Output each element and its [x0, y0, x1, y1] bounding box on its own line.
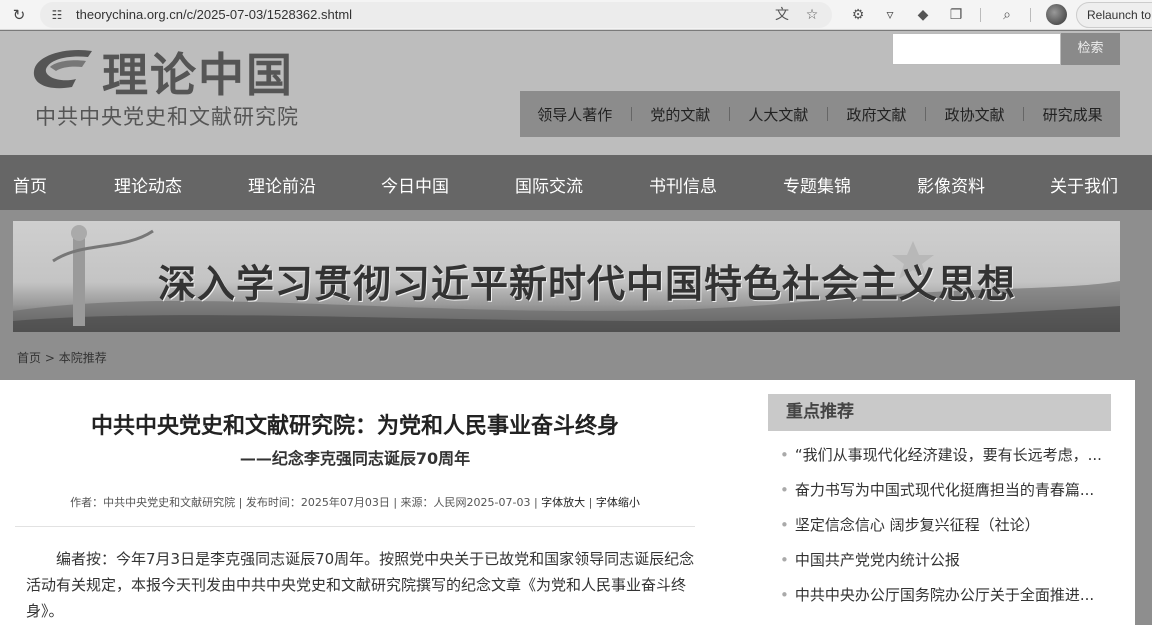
font-larger-link[interactable]: 字体放大	[541, 496, 585, 509]
quick-link-divider	[630, 107, 632, 121]
breadcrumb-home[interactable]: 首页	[17, 351, 41, 365]
quick-link-npc-docs[interactable]: 人大文献	[748, 104, 808, 125]
nav-item-home[interactable]: 首页	[13, 172, 47, 197]
breadcrumb-current[interactable]: 本院推荐	[59, 351, 107, 365]
meta-author: 作者：中共中央党史和文献研究院	[70, 496, 236, 509]
url-text[interactable]: theorychina.org.cn/c/2025-07-03/1528362.…	[76, 6, 352, 24]
search-button[interactable]: 检索	[1061, 33, 1120, 65]
site-header: 理论中国 中共中央党史和文献研究院 检索 领导人著作 党的文献 人大文献 政府文…	[0, 31, 1152, 155]
relaunch-button[interactable]: Relaunch to u	[1076, 2, 1152, 28]
quick-link-divider	[728, 107, 730, 121]
editor-note: 编者按：今年7月3日是李克强同志诞辰70周年。按照党中央关于已故党和国家领导同志…	[26, 550, 695, 620]
bullet-icon: •	[780, 551, 789, 569]
quick-link-cppcc-docs[interactable]: 政协文献	[945, 104, 1005, 125]
quick-link-leaders-works[interactable]: 领导人著作	[537, 104, 612, 125]
meta-date: 发布时间：2025年07月03日	[245, 496, 390, 509]
main-nav: 首页 理论动态 理论前沿 今日中国 国际交流 书刊信息 专题集锦 影像资料 关于…	[0, 155, 1152, 210]
article-divider	[15, 526, 695, 527]
puzzle-icon[interactable]: ❐	[946, 5, 966, 25]
browser-toolbar: ↻ ☷ theorychina.org.cn/c/2025-07-03/1528…	[0, 0, 1152, 30]
sidebar-item-label[interactable]: “我们从事现代化经济建设，要有长远考虑，...	[795, 446, 1102, 464]
article-meta: 作者：中共中央党史和文献研究院 | 发布时间：2025年07月03日 | 来源：…	[70, 496, 640, 509]
sidebar-item[interactable]: • 中共中央办公厅国务院办公厅关于全面推进...	[780, 584, 1110, 619]
translate-icon[interactable]: 文	[772, 5, 792, 25]
sidebar-item[interactable]: • 奋力书写为中国式现代化挺膺担当的青春篇...	[780, 479, 1110, 514]
bookmark-star-icon[interactable]: ☆	[802, 5, 822, 25]
article-title: 中共中央党史和文献研究院：为党和人民事业奋斗终身	[90, 414, 619, 439]
article-subtitle: ——纪念李克强同志诞辰70周年	[239, 449, 471, 468]
reload-icon[interactable]: ↻	[10, 6, 28, 24]
quick-links-bar: 领导人著作 党的文献 人大文献 政府文献 政协文献 研究成果	[520, 91, 1120, 137]
sidebar-item-label[interactable]: 中国共产党党内统计公报	[795, 551, 960, 569]
site-info-icon[interactable]: ☷	[48, 6, 66, 24]
page-scrollbar[interactable]	[1135, 380, 1152, 625]
sidebar-item-label[interactable]: 中共中央办公厅国务院办公厅关于全面推进...	[795, 586, 1094, 604]
toolbar-divider	[980, 8, 981, 22]
banner-image[interactable]: 深入学习贯彻习近平新时代中国特色社会主义思想	[13, 221, 1120, 332]
logo-subtitle: 中共中央党史和文献研究院	[35, 105, 299, 129]
logo-swoosh-icon[interactable]	[26, 43, 94, 93]
nav-item-intl-exchange[interactable]: 国际交流	[515, 172, 583, 197]
meta-source: 来源：人民网2025-07-03	[400, 496, 531, 509]
sidebar-heading: 重点推荐	[768, 394, 1111, 431]
quick-link-divider	[1023, 107, 1025, 121]
nav-item-special-topics[interactable]: 专题集锦	[783, 172, 851, 197]
pocket-icon[interactable]: ▿	[880, 5, 900, 25]
quick-link-divider	[925, 107, 927, 121]
search-tab-icon[interactable]: ⌕	[997, 5, 1017, 25]
bullet-icon: •	[780, 446, 789, 464]
font-smaller-link[interactable]: 字体缩小	[596, 496, 640, 509]
quick-link-party-docs[interactable]: 党的文献	[650, 104, 710, 125]
nav-item-publications[interactable]: 书刊信息	[649, 172, 717, 197]
profile-avatar[interactable]	[1046, 4, 1067, 25]
bullet-icon: •	[780, 586, 789, 604]
quick-link-divider	[826, 107, 828, 121]
sidebar-item-label[interactable]: 奋力书写为中国式现代化挺膺担当的青春篇...	[795, 481, 1094, 499]
sidebar-item[interactable]: • 中国共产党党内统计公报	[780, 549, 1110, 584]
toolbar-divider	[1030, 8, 1031, 22]
extension-icon[interactable]: ⚙	[848, 5, 868, 25]
sidebar-item[interactable]: • 坚定信念信心 阔步复兴征程（社论）	[780, 514, 1110, 549]
nav-item-theory-news[interactable]: 理论动态	[114, 172, 182, 197]
logo-title[interactable]: 理论中国	[102, 39, 294, 105]
quick-link-research[interactable]: 研究成果	[1043, 104, 1103, 125]
nav-item-media[interactable]: 影像资料	[917, 172, 985, 197]
nav-item-china-today[interactable]: 今日中国	[381, 172, 449, 197]
search-input[interactable]	[892, 33, 1061, 65]
bullet-icon: •	[780, 481, 789, 499]
shield-icon[interactable]: ◆	[913, 5, 933, 25]
breadcrumb: 首页 > 本院推荐	[17, 349, 107, 366]
nav-item-theory-frontier[interactable]: 理论前沿	[248, 172, 316, 197]
sidebar-list: • “我们从事现代化经济建设，要有长远考虑，... • 奋力书写为中国式现代化挺膺担…	[780, 444, 1110, 619]
sidebar-item-label[interactable]: 坚定信念信心 阔步复兴征程（社论）	[795, 516, 1040, 534]
nav-item-about[interactable]: 关于我们	[1050, 172, 1118, 197]
sidebar-item[interactable]: • “我们从事现代化经济建设，要有长远考虑，...	[780, 444, 1110, 479]
main-content: 中共中央党史和文献研究院：为党和人民事业奋斗终身 ——纪念李克强同志诞辰70周年…	[0, 380, 1135, 625]
banner-slogan: 深入学习贯彻习近平新时代中国特色社会主义思想	[158, 261, 1017, 306]
banner-area: 深入学习贯彻习近平新时代中国特色社会主义思想 首页 > 本院推荐	[0, 210, 1152, 380]
bullet-icon: •	[780, 516, 789, 534]
breadcrumb-separator: >	[44, 351, 55, 365]
quick-link-gov-docs[interactable]: 政府文献	[847, 104, 907, 125]
